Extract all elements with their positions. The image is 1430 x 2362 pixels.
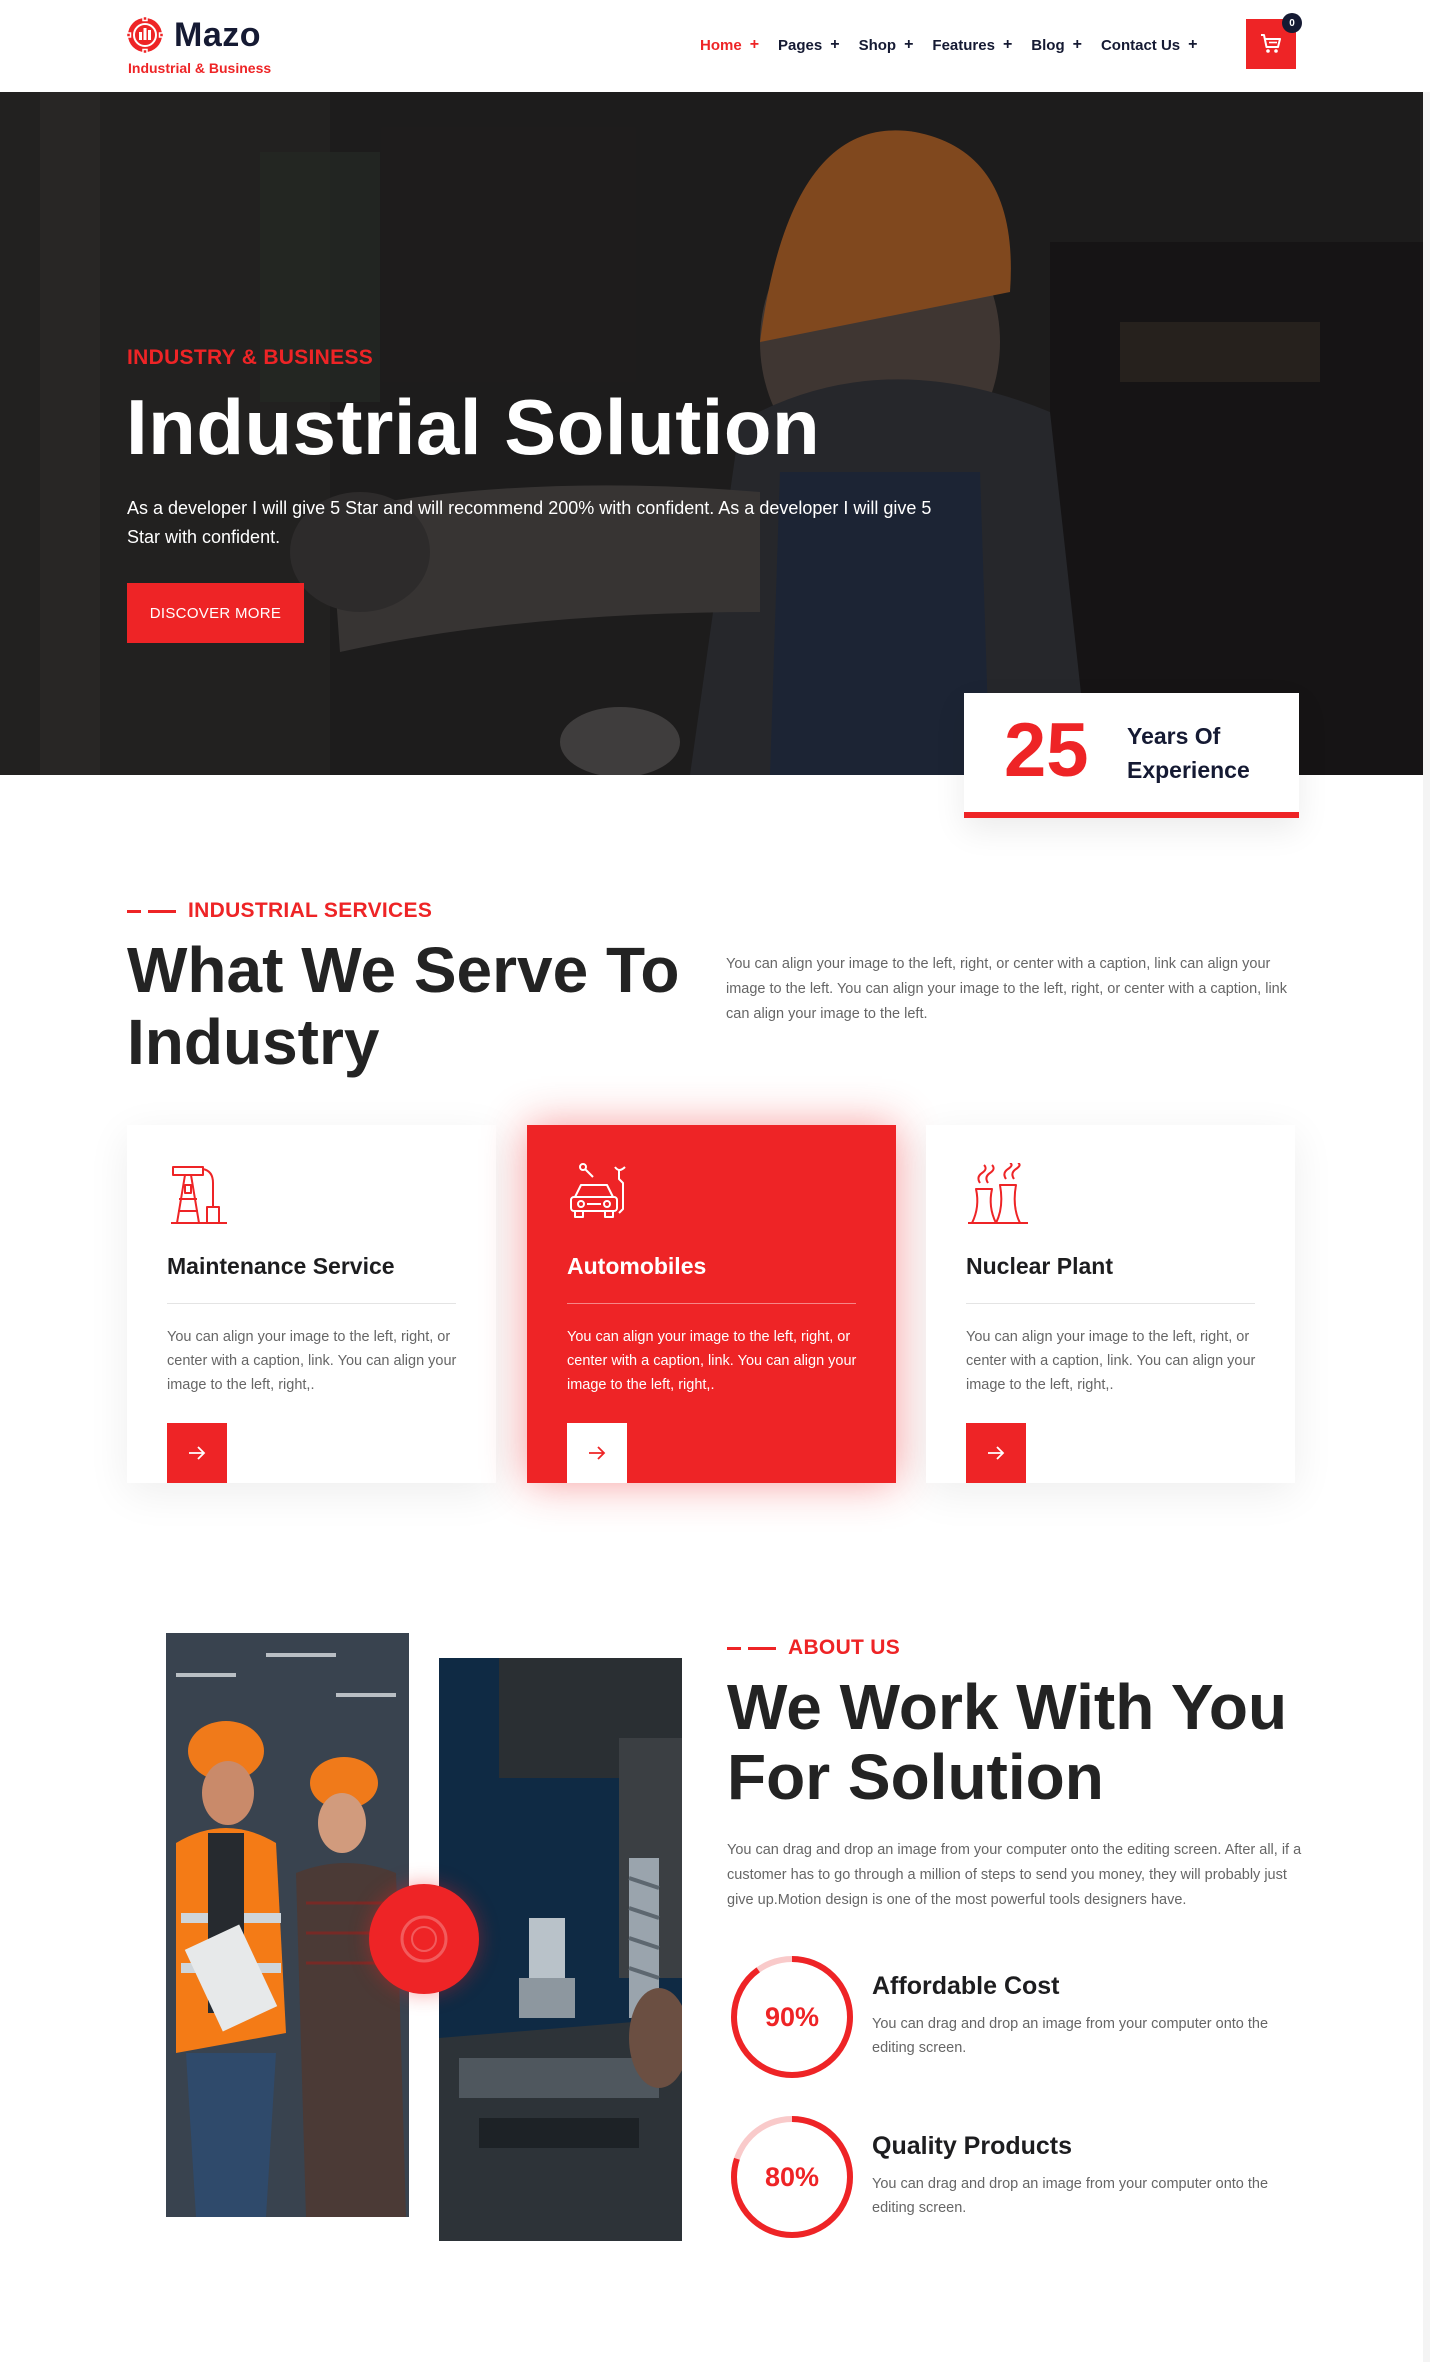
nav-label: Features <box>932 36 995 54</box>
nav-item-home[interactable]: Home + <box>700 36 759 54</box>
progress-percent: 80% <box>764 2161 820 2192</box>
service-card-automobiles[interactable]: Automobiles You can align your image to … <box>527 1125 896 1483</box>
brand-name: Mazo <box>174 16 261 54</box>
about-description: You can drag and drop an image from your… <box>727 1842 1302 1908</box>
gear-logo-icon <box>126 16 164 54</box>
card-arrow-button[interactable] <box>167 1423 227 1483</box>
card-arrow-button[interactable] <box>966 1423 1026 1483</box>
experience-box: 25 Years Of Experience <box>964 693 1299 818</box>
card-text: You can align your image to the left, ri… <box>567 1329 857 1393</box>
kicker-dash <box>727 1646 741 1650</box>
hero-kicker: INDUSTRY & BUSINESS <box>127 346 374 369</box>
card-arrow-button[interactable] <box>567 1423 627 1483</box>
plus-icon: + <box>904 36 914 53</box>
about-kicker-label: ABOUT US <box>788 1636 901 1659</box>
about-title: We Work With You For Solution <box>727 1671 1288 1813</box>
feature-text: You can drag and drop an image from your… <box>872 2176 1269 2216</box>
progress-percent: 90% <box>764 2001 820 2032</box>
plus-icon: + <box>830 36 840 53</box>
hero-banner: INDUSTRY & BUSINESS Industrial Solution … <box>0 92 1423 775</box>
cart-button[interactable]: 0 <box>1246 13 1302 69</box>
card-text: You can align your image to the left, ri… <box>966 1329 1256 1393</box>
nav-label: Contact Us <box>1100 36 1181 54</box>
card-text: You can align your image to the left, ri… <box>167 1329 457 1393</box>
site-header: Mazo Industrial & Business Home + Pages + … <box>0 0 1430 92</box>
brand-tagline: Industrial & Business <box>128 60 272 76</box>
arrow-right-icon <box>589 1446 606 1460</box>
card-divider <box>567 1303 856 1304</box>
nav-item-shop[interactable]: Shop + <box>859 36 914 54</box>
services-kicker-label: INDUSTRIAL SERVICES <box>188 899 433 922</box>
plus-icon: + <box>749 36 760 53</box>
card-divider <box>167 1303 456 1304</box>
kicker-dash <box>148 909 176 913</box>
brand-badge-circle <box>369 1884 479 1994</box>
oil-pump-icon <box>171 1166 227 1224</box>
card-divider <box>966 1303 1255 1304</box>
logo[interactable]: Mazo Industrial & Business <box>126 16 286 78</box>
nav-item-pages[interactable]: Pages + <box>778 36 840 54</box>
arrow-right-icon <box>988 1446 1005 1460</box>
nav-label: Home <box>700 36 742 54</box>
shopping-cart-icon <box>1261 34 1281 53</box>
nav-item-features[interactable]: Features + <box>932 36 1012 54</box>
gear-watermark-icon <box>400 1915 448 1963</box>
card-title: Automobiles <box>567 1253 707 1279</box>
cart-count-badge: 0 <box>1282 13 1302 33</box>
arrow-right-icon <box>189 1446 206 1460</box>
page-scrollbar[interactable] <box>1423 92 1430 2362</box>
feature-quality-products: 80% Quality Products You can drag and dr… <box>727 2112 1317 2242</box>
card-title: Maintenance Service <box>167 1253 395 1279</box>
service-card-maintenance[interactable]: Maintenance Service You can align your i… <box>127 1125 496 1483</box>
cooling-tower-icon <box>968 1163 1028 1224</box>
plus-icon: + <box>1002 36 1013 53</box>
feature-title: Quality Products <box>872 2132 1073 2160</box>
service-card-nuclear-plant[interactable]: Nuclear Plant You can align your image t… <box>926 1125 1295 1483</box>
discover-more-button[interactable]: DISCOVER MORE <box>127 583 304 643</box>
hero-title: Industrial Solution <box>126 383 821 471</box>
car-repair-icon <box>570 1163 626 1218</box>
experience-text: Years Of Experience <box>1127 723 1250 783</box>
nav-item-blog[interactable]: Blog + <box>1031 36 1082 54</box>
card-title: Nuclear Plant <box>966 1253 1113 1279</box>
experience-number: 25 <box>1004 708 1089 793</box>
feature-title: Affordable Cost <box>872 1972 1060 2000</box>
about-kicker: ABOUT US <box>727 1636 900 1660</box>
plus-icon: + <box>1072 36 1082 53</box>
main-nav: Home + Pages + Shop + Features + Blog + Conta… <box>700 30 1217 60</box>
plus-icon: + <box>1188 36 1198 53</box>
nav-label: Pages <box>778 36 823 54</box>
nav-label: Blog <box>1031 36 1065 54</box>
services-kicker: INDUSTRIAL SERVICES <box>127 899 432 923</box>
kicker-dash <box>127 909 141 913</box>
hero-description: As a developer I will give 5 Star and wi… <box>127 498 932 547</box>
kicker-dash <box>748 1646 776 1650</box>
feature-text: You can drag and drop an image from your… <box>872 2016 1269 2056</box>
services-title: What We Serve To Industry <box>127 934 680 1078</box>
services-description: You can align your image to the left, ri… <box>726 956 1287 1022</box>
nav-item-contact[interactable]: Contact Us + <box>1101 36 1198 54</box>
feature-affordable-cost: 90% Affordable Cost You can drag and dro… <box>727 1952 1317 2082</box>
nav-label: Shop <box>858 36 897 54</box>
